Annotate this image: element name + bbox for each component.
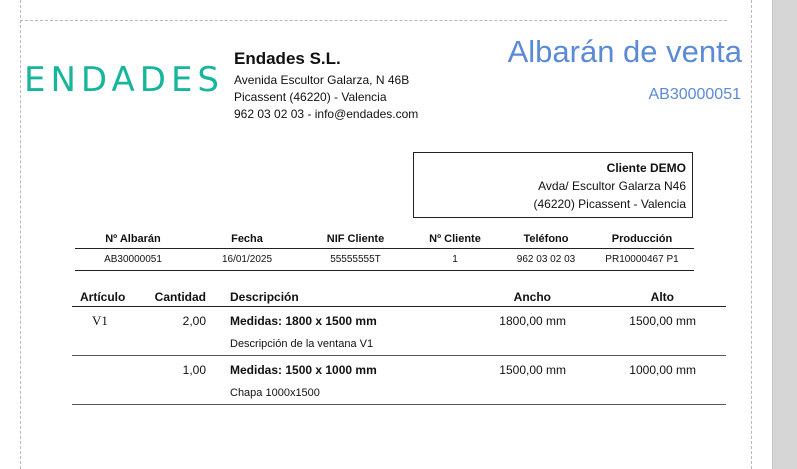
company-city: Picassent (46220) - Valencia [234,90,387,104]
summary-value-cliente: 1 [452,254,458,265]
client-city: (46220) Picassent - Valencia [533,197,686,211]
header-width: Ancho [513,290,551,304]
company-contact: 962 03 02 03 - info@endades.com [234,107,419,121]
summary-header-nif: NIF Cliente [326,232,385,245]
lines-header-row: Artículo Cantidad Descripción Ancho Alto [72,288,726,307]
summary-header-row: Nº Albarán Fecha NIF Cliente Nº Cliente … [75,229,694,249]
company-info: Endades S.L. Avenida Escultor Galarza, N… [234,49,418,123]
company-logo: ENDADES [24,60,225,100]
item-quantity: 2,00 [182,314,206,328]
client-box: Cliente DEMO Avda/ Escultor Galarza N46 … [413,152,693,218]
header-article: Artículo [80,290,126,304]
margin-guide-top [20,20,727,21]
item-detail: Descripción de la ventana V1 [230,338,374,350]
summary-value-albaran: AB30000051 [104,254,162,265]
header-description: Descripción [230,290,299,304]
item-height: 1000,00 mm [629,363,696,377]
summary-header-telefono: Teléfono [523,232,569,245]
item-height: 1500,00 mm [629,314,696,328]
vertical-scrollbar[interactable] [772,0,797,469]
summary-table: Nº Albarán Fecha NIF Cliente Nº Cliente … [75,229,694,271]
line-item: V1 2,00 Medidas: 1800 x 1500 mm Descripc… [72,307,726,356]
item-detail: Chapa 1000x1500 [230,387,320,399]
lines-table: Artículo Cantidad Descripción Ancho Alto… [72,288,726,405]
client-name: Cliente DEMO [606,161,686,175]
item-width: 1800,00 mm [499,314,566,328]
header-quantity: Cantidad [154,290,206,304]
document-number: AB30000051 [648,86,741,103]
client-address: Avda/ Escultor Galarza N46 [538,179,686,193]
summary-value-nif: 55555555T [330,254,381,265]
summary-header-albaran: Nº Albarán [105,232,161,245]
summary-value-produccion: PR10000467 P1 [605,254,679,265]
margin-guide-left [20,0,21,469]
item-quantity: 1,00 [182,363,206,377]
item-title: Medidas: 1500 x 1000 mm [230,363,377,377]
summary-value-telefono: 962 03 02 03 [516,254,576,265]
summary-values-row: AB30000051 16/01/2025 55555555T 1 962 03… [75,249,694,271]
summary-header-cliente: Nº Cliente [429,232,481,245]
item-article: V1 [92,313,108,328]
summary-header-produccion: Producción [611,232,673,245]
company-address: Avenida Escultor Galarza, N 46B [234,73,410,87]
summary-value-fecha: 16/01/2025 [221,254,273,265]
header-height: Alto [650,290,674,304]
item-width: 1500,00 mm [499,363,566,377]
company-name: Endades S.L. [234,49,341,68]
summary-header-fecha: Fecha [231,232,263,245]
item-title: Medidas: 1800 x 1500 mm [230,314,377,328]
margin-guide-right [751,0,752,469]
document-page: ENDADES Endades S.L. Avenida Escultor Ga… [0,0,772,469]
line-item: 1,00 Medidas: 1500 x 1000 mm Chapa 1000x… [72,356,726,405]
document-title: Albarán de venta [507,34,742,69]
